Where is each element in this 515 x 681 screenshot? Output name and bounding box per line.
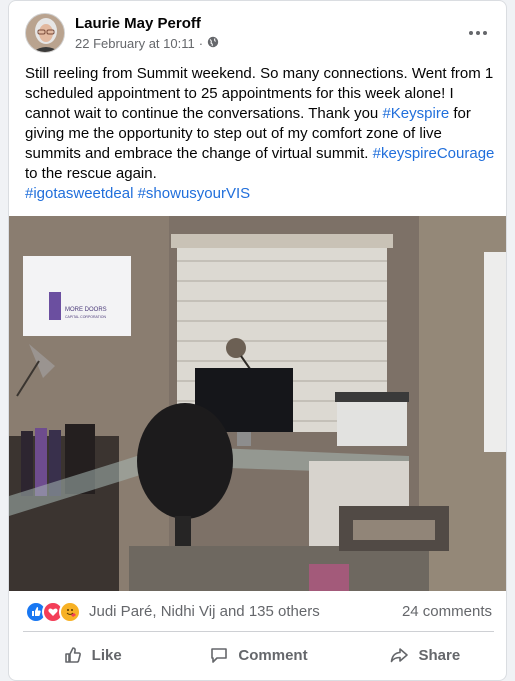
reactions-bar: Judi Paré, Nidhi Vij and 135 others 24 c… [9,593,506,629]
share-icon [391,648,409,663]
comment-icon [211,648,228,663]
hashtag-keyspire[interactable]: #Keyspire [382,105,449,122]
like-button[interactable]: Like [9,635,175,675]
sign-text-2: CAPITAL CORPORATION [65,315,106,319]
post-card: Laurie May Peroff 22 February at 10:11 ·… [8,0,507,681]
sign-text-1: MORE DOORS [65,307,107,313]
comment-button[interactable]: Comment [175,635,341,675]
author-avatar[interactable] [25,13,65,53]
post-header: Laurie May Peroff 22 February at 10:11 · [9,1,506,61]
share-label: Share [418,646,461,664]
author-name[interactable]: Laurie May Peroff [75,15,201,32]
care-icon [59,601,81,623]
meta-separator: · [198,36,204,51]
comments-count[interactable]: 24 comments [402,603,492,620]
post-timestamp[interactable]: 22 February at 10:11 [75,36,195,51]
hashtags-line[interactable]: #igotasweetdeal #showusyourVIS [25,185,250,202]
like-label: Like [91,646,122,664]
post-text: Still reeling from Summit weekend. So ma… [25,64,495,184]
action-bar: Like Comment Share [9,635,506,675]
post-photo[interactable]: MORE DOORS CAPITAL CORPORATION [9,216,506,591]
hashtag-keyspirecourage[interactable]: #keyspireCourage [373,145,495,162]
reactors-text[interactable]: Judi Paré, Nidhi Vij and 135 others [89,603,320,620]
actions-divider [23,631,494,632]
thumbs-up-icon [64,647,81,663]
post-text-part-3: to the rescue again. [25,165,157,182]
share-button[interactable]: Share [342,635,506,675]
globe-icon[interactable] [207,36,219,51]
comment-label: Comment [238,646,308,664]
more-options-icon[interactable] [462,17,494,49]
post-meta: 22 February at 10:11 · [75,36,219,51]
reaction-icons[interactable] [25,601,81,623]
